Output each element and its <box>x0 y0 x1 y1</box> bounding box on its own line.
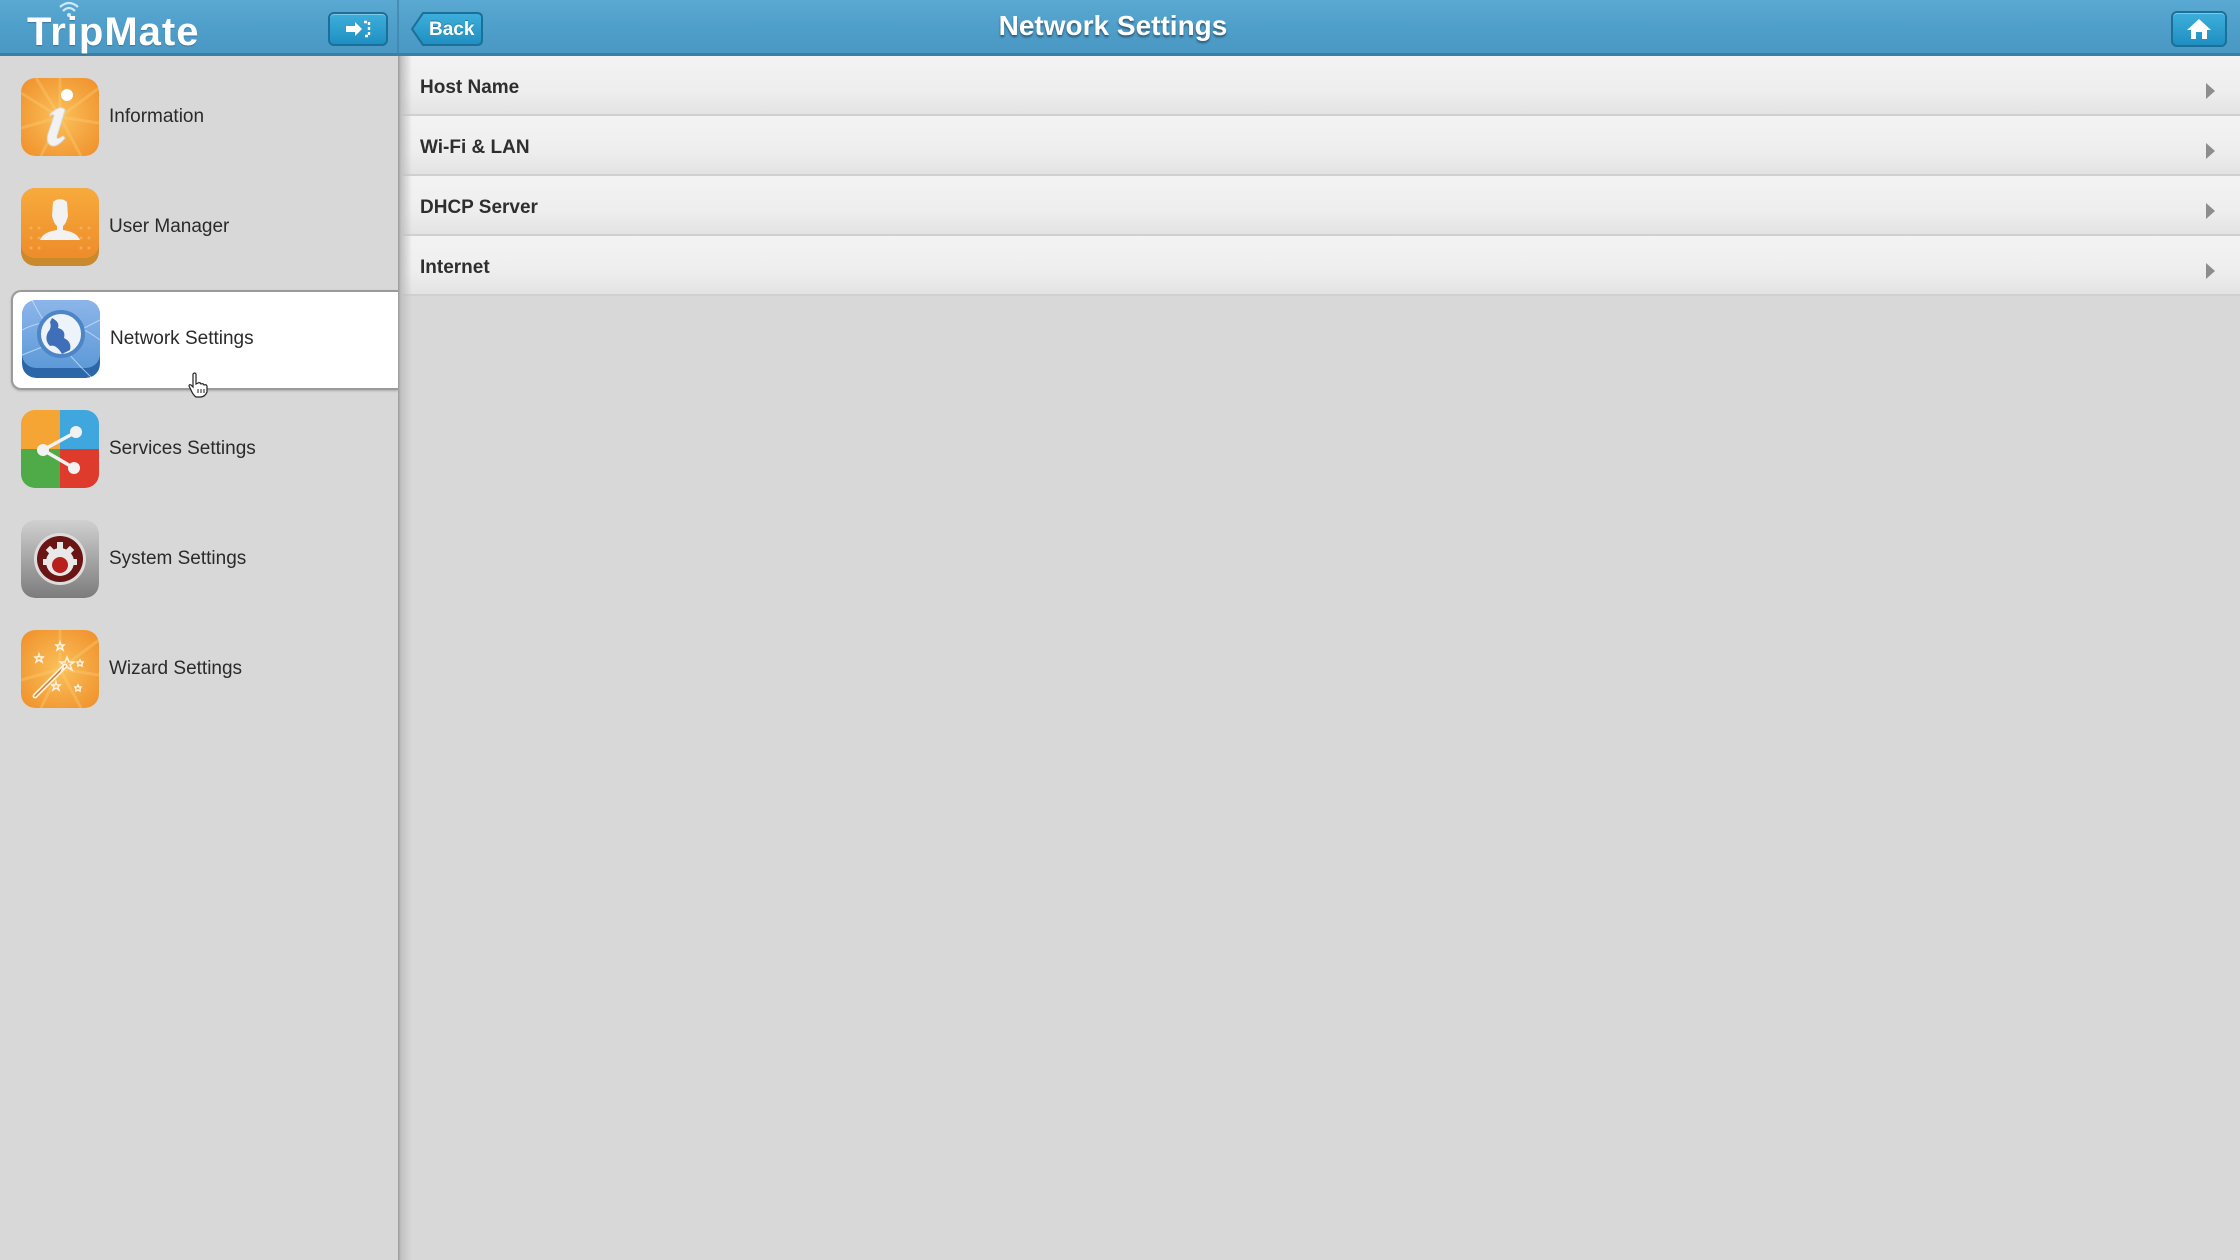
chevron-right-icon <box>2206 83 2215 99</box>
sidebar-item-label: Network Settings <box>110 328 254 349</box>
back-button-label: Back <box>429 19 475 40</box>
sidebar: Information User Manager Network Setting… <box>0 56 398 1260</box>
logout-button[interactable] <box>328 12 388 46</box>
sidebar-item-services-settings[interactable]: Services Settings <box>11 400 398 500</box>
list-item-wifi-lan[interactable]: Wi-Fi & LAN <box>398 116 2240 176</box>
row-label: Wi-Fi & LAN <box>420 137 530 158</box>
list-item-internet[interactable]: Internet <box>398 236 2240 296</box>
row-label: DHCP Server <box>420 197 538 218</box>
list-item-dhcp-server[interactable]: DHCP Server <box>398 176 2240 236</box>
sidebar-item-label: System Settings <box>109 548 247 569</box>
row-label: Host Name <box>420 77 520 98</box>
logout-icon <box>346 20 371 38</box>
panel-divider <box>398 56 412 1260</box>
main-panel: Host Name Wi-Fi & LAN DHCP Server Intern… <box>398 56 2240 1260</box>
sidebar-item-label: Information <box>109 106 205 127</box>
chevron-right-icon <box>2206 143 2215 159</box>
user-manager-icon <box>21 188 99 266</box>
sidebar-item-label: User Manager <box>109 216 230 237</box>
sidebar-item-label: Services Settings <box>109 438 256 459</box>
row-label: Internet <box>420 257 490 278</box>
gear-icon <box>21 520 99 598</box>
list-item-host-name[interactable]: Host Name <box>398 56 2240 116</box>
home-button[interactable] <box>2171 11 2227 47</box>
chevron-right-icon <box>2206 263 2215 279</box>
sidebar-item-label: Wizard Settings <box>109 658 243 679</box>
sidebar-item-wizard-settings[interactable]: Wizard Settings <box>11 620 398 720</box>
hand-cursor-icon <box>188 372 208 398</box>
share-icon <box>21 410 99 488</box>
magic-wand-icon <box>21 630 99 708</box>
page-title-text: Network Settings <box>998 10 1228 41</box>
globe-icon <box>22 300 100 378</box>
information-icon <box>21 78 99 156</box>
top-header: TripMate Back Network Settings <box>0 0 2240 56</box>
chevron-right-icon <box>2206 203 2215 219</box>
sidebar-item-system-settings[interactable]: System Settings <box>11 510 398 610</box>
sidebar-item-user-manager[interactable]: User Manager <box>11 178 398 278</box>
header-divider <box>397 0 399 56</box>
home-icon <box>2187 19 2211 39</box>
sidebar-item-information[interactable]: Information <box>11 68 398 168</box>
back-button[interactable]: Back <box>411 12 483 46</box>
settings-list: Host Name Wi-Fi & LAN DHCP Server Intern… <box>398 56 2240 296</box>
app-logo: TripMate <box>27 10 200 54</box>
